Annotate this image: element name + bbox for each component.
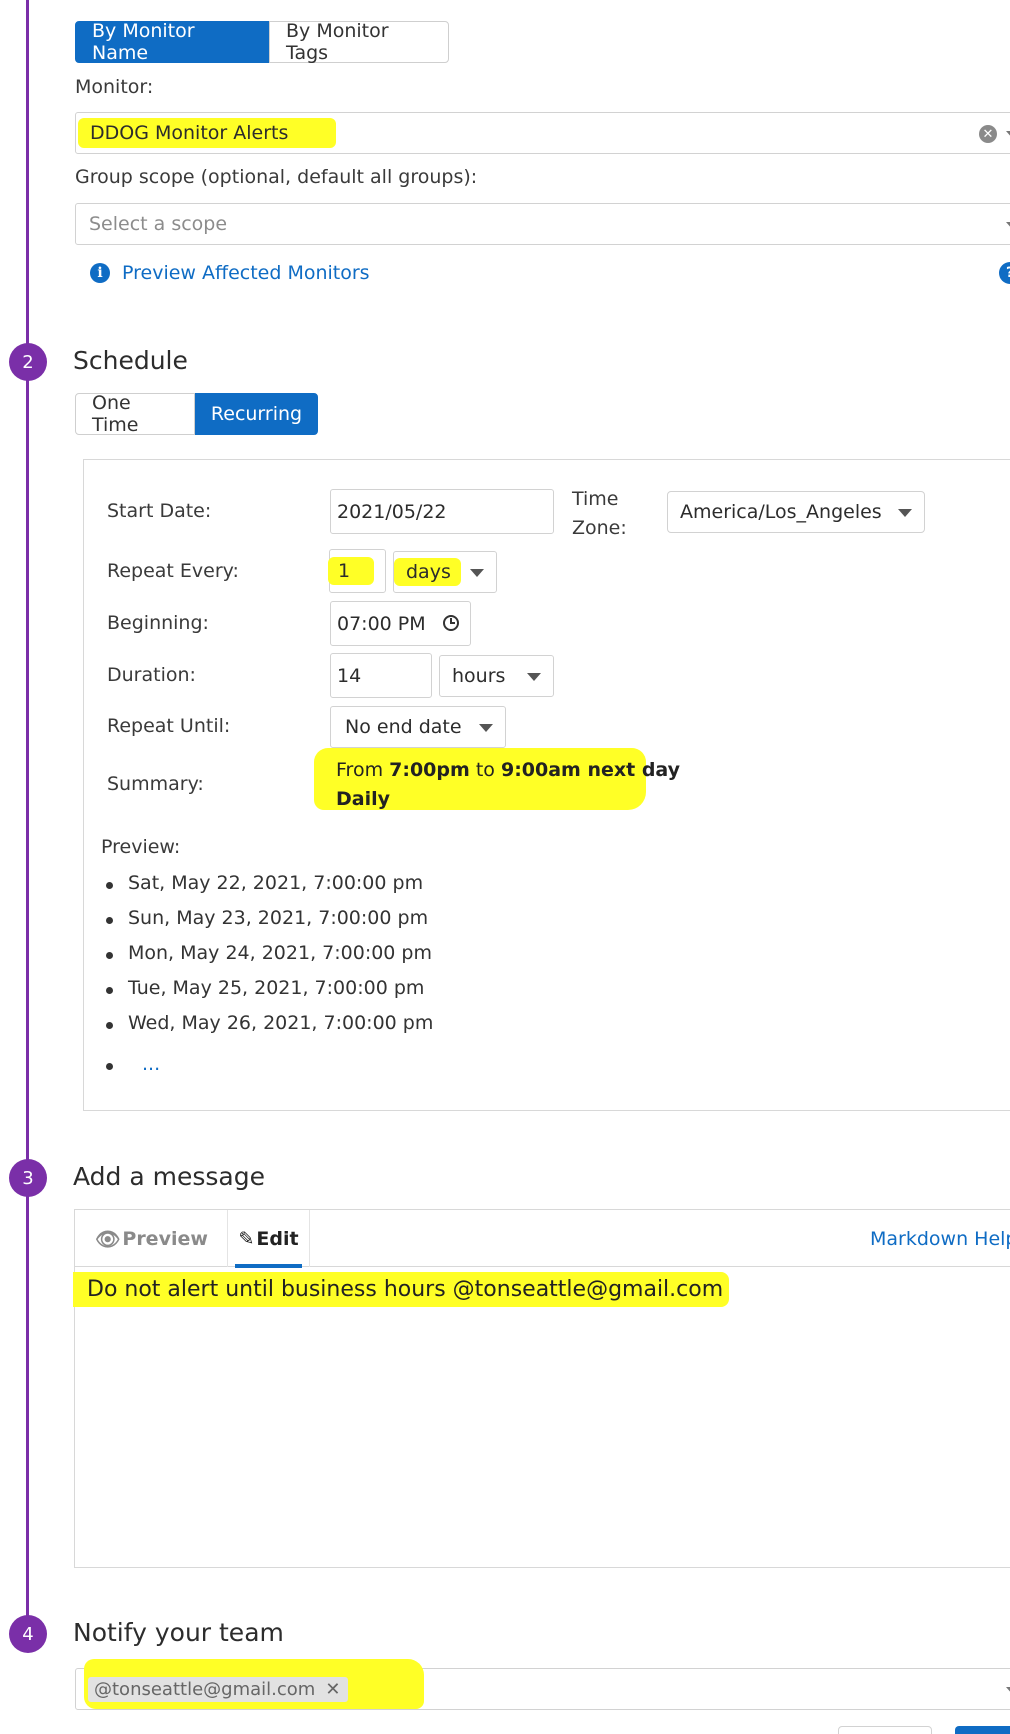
chevron-down-icon xyxy=(898,509,912,517)
help-icon[interactable]: ? xyxy=(999,262,1010,284)
message-textarea[interactable]: Do not alert until business hours @tonse… xyxy=(73,1268,1010,1567)
duration-value: 14 xyxy=(337,664,362,687)
summary-end-time: 9:00am next day xyxy=(500,759,681,781)
time-zone-label-line2: Zone: xyxy=(572,517,627,539)
chevron-down-icon xyxy=(527,673,541,681)
preview-item: Tue, May 25, 2021, 7:00:00 pm xyxy=(104,977,433,1012)
summary-start-time: 7:00pm xyxy=(389,759,470,781)
recipient-tag: @tonseattle@gmail.com ✕ xyxy=(88,1676,349,1702)
group-scope-placeholder: Select a scope xyxy=(89,213,228,235)
beginning-time-input[interactable]: 07:00 PM xyxy=(330,601,471,646)
schedule-summary: From 7:00pm to 9:00am next day Daily xyxy=(336,756,680,814)
save-button-partial[interactable] xyxy=(955,1726,1010,1734)
steps-timeline xyxy=(26,0,29,1634)
start-date-label: Start Date: xyxy=(107,500,212,522)
repeat-until-value: No end date xyxy=(345,716,462,738)
summary-from: From xyxy=(336,759,384,781)
time-zone-select[interactable]: America/Los_Angeles xyxy=(667,491,925,533)
recipient-tag-label: @tonseattle@gmail.com xyxy=(94,1678,316,1700)
message-text: Do not alert until business hours @tonse… xyxy=(73,1272,730,1307)
monitor-label: Monitor: xyxy=(75,76,154,98)
repeat-every-unit-value: days xyxy=(394,558,461,586)
chevron-down-icon[interactable] xyxy=(1006,222,1010,230)
notify-team-title: Notify your team xyxy=(73,1618,284,1647)
chevron-down-icon[interactable] xyxy=(1006,131,1010,139)
chevron-down-icon xyxy=(470,569,484,577)
repeat-until-select[interactable]: No end date xyxy=(330,706,506,748)
beginning-label: Beginning: xyxy=(107,612,209,634)
remove-recipient-icon[interactable]: ✕ xyxy=(325,1679,340,1700)
preview-list: Sat, May 22, 2021, 7:00:00 pm Sun, May 2… xyxy=(104,872,433,1088)
beginning-time-value: 07:00 PM xyxy=(337,612,426,635)
tab-edit-label: Edit xyxy=(256,1227,299,1250)
group-scope-select[interactable]: Select a scope xyxy=(75,203,1010,245)
schedule-title: Schedule xyxy=(73,346,188,375)
repeat-every-unit-select[interactable]: days xyxy=(393,551,497,593)
preview-more-item: ... xyxy=(104,1053,433,1088)
duration-unit-value: hours xyxy=(452,665,506,687)
duration-unit-select[interactable]: hours xyxy=(439,655,554,697)
repeat-every-label: Repeat Every: xyxy=(107,560,239,582)
repeat-every-value: 1 xyxy=(328,557,375,585)
preview-item: Mon, May 24, 2021, 7:00:00 pm xyxy=(104,942,433,977)
by-monitor-tags-button[interactable]: By Monitor Tags xyxy=(269,20,449,64)
cancel-button-partial[interactable] xyxy=(838,1726,932,1734)
step-4-marker: 4 xyxy=(9,1615,47,1653)
message-tabs: 👁 Preview ✎ Edit Markdown Help xyxy=(75,1210,1010,1268)
duration-input[interactable]: 14 xyxy=(330,653,432,698)
pencil-icon: ✎ xyxy=(238,1227,255,1250)
monitor-mode-toggle: By Monitor Name By Monitor Tags xyxy=(75,20,449,64)
summary-frequency: Daily xyxy=(336,788,391,810)
clock-icon[interactable] xyxy=(443,615,459,631)
chevron-down-icon[interactable] xyxy=(1006,1687,1010,1695)
preview-link-text: Preview Affected Monitors xyxy=(122,262,370,284)
tab-preview[interactable]: 👁 Preview xyxy=(95,1210,208,1267)
tab-edit[interactable]: ✎ Edit xyxy=(227,1210,310,1268)
info-icon: i xyxy=(90,263,110,283)
summary-to: to xyxy=(475,759,495,781)
add-message-title: Add a message xyxy=(73,1162,265,1191)
time-zone-value: America/Los_Angeles xyxy=(680,501,882,523)
monitor-select-value: DDOG Monitor Alerts xyxy=(78,118,337,148)
repeat-every-input[interactable]: 1 xyxy=(328,549,386,593)
monitor-select[interactable]: DDOG Monitor Alerts ✕ xyxy=(75,112,1010,154)
preview-item: Sat, May 22, 2021, 7:00:00 pm xyxy=(104,872,433,907)
message-editor: 👁 Preview ✎ Edit Markdown Help Do not al… xyxy=(73,1209,1010,1568)
preview-more-link[interactable]: ... xyxy=(142,1053,160,1075)
time-zone-label: Time Zone: xyxy=(572,485,627,543)
time-zone-label-line1: Time xyxy=(572,488,619,510)
markdown-help-link[interactable]: Markdown Help xyxy=(870,1210,1010,1267)
one-time-button[interactable]: One Time xyxy=(75,392,195,436)
step-3-marker: 3 xyxy=(9,1159,47,1197)
tab-preview-label: Preview xyxy=(122,1227,208,1250)
by-monitor-name-button[interactable]: By Monitor Name xyxy=(75,20,269,64)
preview-label: Preview: xyxy=(101,836,181,858)
notify-recipients-select[interactable]: @tonseattle@gmail.com ✕ xyxy=(75,1659,1010,1710)
step-2-marker: 2 xyxy=(9,343,47,381)
schedule-type-toggle: One Time Recurring xyxy=(75,392,318,436)
start-date-input[interactable]: 2021/05/22 xyxy=(330,489,554,534)
eye-icon: 👁 xyxy=(95,1226,121,1251)
chevron-down-icon xyxy=(479,724,493,732)
clear-icon[interactable]: ✕ xyxy=(979,125,997,143)
summary-label: Summary: xyxy=(107,773,204,795)
preview-item: Sun, May 23, 2021, 7:00:00 pm xyxy=(104,907,433,942)
recurring-button[interactable]: Recurring xyxy=(195,393,318,435)
preview-item: Wed, May 26, 2021, 7:00:00 pm xyxy=(104,1012,433,1047)
duration-label: Duration: xyxy=(107,664,196,686)
repeat-until-label: Repeat Until: xyxy=(107,715,231,737)
start-date-value: 2021/05/22 xyxy=(337,500,447,523)
group-scope-label: Group scope (optional, default all group… xyxy=(75,166,478,188)
preview-affected-monitors-link[interactable]: i Preview Affected Monitors xyxy=(90,262,370,284)
